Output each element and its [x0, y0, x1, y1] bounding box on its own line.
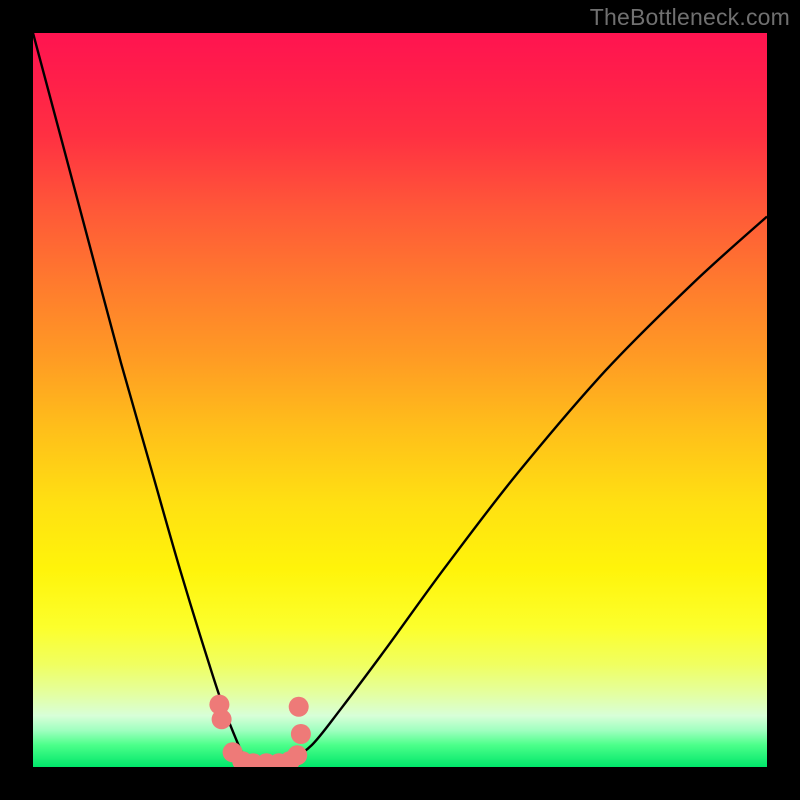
trough-marker: [291, 724, 311, 744]
chart-frame: TheBottleneck.com: [0, 0, 800, 800]
bottleneck-curve: [33, 33, 767, 767]
trough-marker: [289, 697, 309, 717]
trough-marker-group: [209, 695, 311, 767]
plot-area: [33, 33, 767, 767]
trough-marker: [287, 745, 307, 765]
watermark-text: TheBottleneck.com: [590, 4, 790, 31]
trough-marker: [212, 709, 232, 729]
curve-svg: [33, 33, 767, 767]
